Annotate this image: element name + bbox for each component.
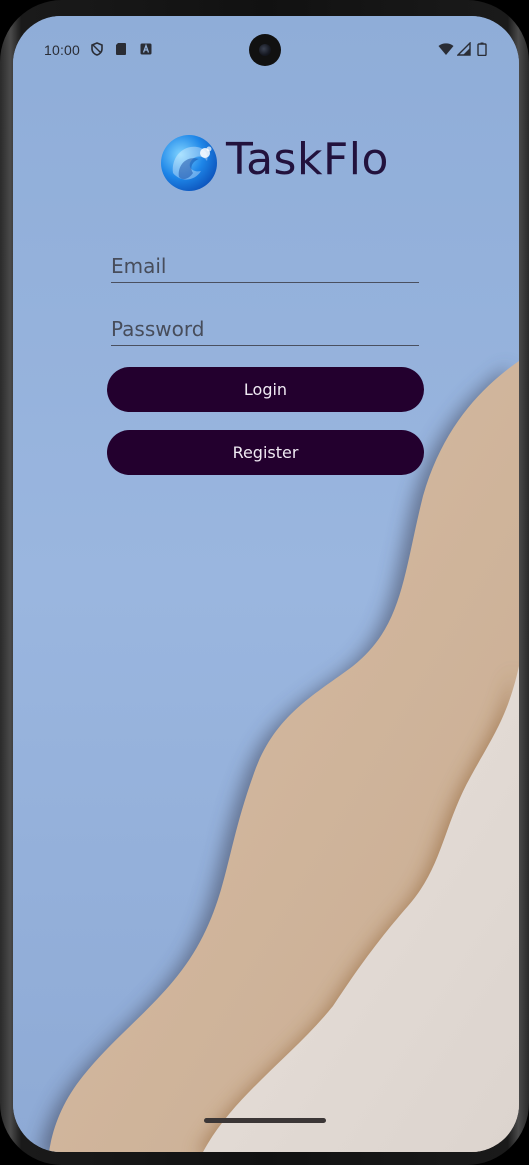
wave-logo-icon bbox=[161, 135, 217, 191]
app-title: TaskFlo bbox=[226, 134, 389, 185]
wifi-icon bbox=[438, 43, 454, 55]
status-time: 10:00 bbox=[44, 42, 81, 58]
password-field[interactable] bbox=[111, 305, 419, 346]
email-field[interactable] bbox=[111, 242, 419, 283]
status-bar: 10:00 bbox=[13, 16, 519, 76]
home-indicator[interactable] bbox=[204, 1118, 326, 1123]
front-camera bbox=[249, 34, 281, 66]
shield-icon bbox=[91, 42, 103, 56]
register-button[interactable]: Register bbox=[107, 430, 424, 475]
signal-icon bbox=[457, 42, 471, 56]
a-badge-icon bbox=[140, 43, 152, 55]
password-input[interactable] bbox=[111, 317, 411, 341]
sd-card-icon bbox=[116, 43, 126, 55]
phone-frame: 10:00 TaskFlo Email Login Register bbox=[0, 0, 529, 1165]
wallpaper-background bbox=[13, 16, 519, 1152]
login-button[interactable]: Login bbox=[107, 367, 424, 412]
screen: 10:00 TaskFlo Email Login Register bbox=[13, 16, 519, 1152]
email-input[interactable] bbox=[111, 254, 411, 278]
battery-icon bbox=[477, 42, 487, 56]
